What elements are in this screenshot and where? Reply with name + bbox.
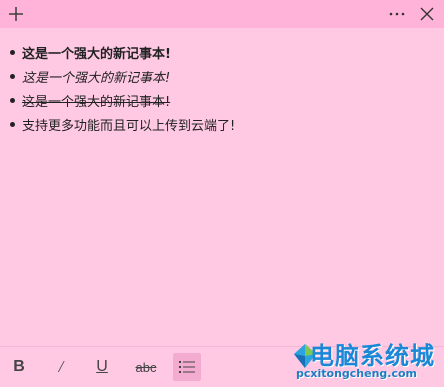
note-text: 这是一个强大的新记事本! [22, 94, 171, 110]
bullet-list-icon[interactable] [173, 353, 201, 381]
note-line-strikethrough: 这是一个强大的新记事本! [10, 88, 430, 112]
italic-button[interactable]: / [48, 353, 74, 381]
bullet-icon [10, 121, 15, 127]
strikethrough-button[interactable]: abc [129, 353, 163, 381]
note-text: 这是一个强大的新记事本! [22, 70, 171, 86]
title-bar [0, 0, 444, 28]
note-line-bold: 这是一个强大的新记事本! [10, 40, 430, 64]
bold-button[interactable]: B [6, 353, 32, 381]
note-text: 支持更多功能而且可以上传到云端了! [22, 118, 236, 134]
bullet-icon [10, 97, 15, 103]
bullet-icon [10, 73, 15, 79]
note-text: 这是一个强大的新记事本! [22, 46, 171, 62]
note-line-italic: 这是一个强大的新记事本! [10, 64, 430, 88]
watermark-url: pcxitongcheng.com [296, 367, 418, 380]
note-editor[interactable]: 这是一个强大的新记事本! 这是一个强大的新记事本! 这是一个强大的新记事本! 支… [10, 40, 430, 136]
bullet-icon [10, 49, 15, 55]
watermark-title: 电脑系统城 [310, 342, 435, 370]
more-icon[interactable] [386, 0, 408, 28]
plus-icon[interactable] [4, 0, 28, 28]
sticky-note-window: 这是一个强大的新记事本! 这是一个强大的新记事本! 这是一个强大的新记事本! 支… [0, 0, 444, 387]
watermark: 电脑系统城 pcxitongcheng.com [292, 334, 442, 384]
close-icon[interactable] [414, 0, 440, 28]
underline-button[interactable]: U [89, 353, 115, 381]
note-line-normal: 支持更多功能而且可以上传到云端了! [10, 112, 430, 136]
